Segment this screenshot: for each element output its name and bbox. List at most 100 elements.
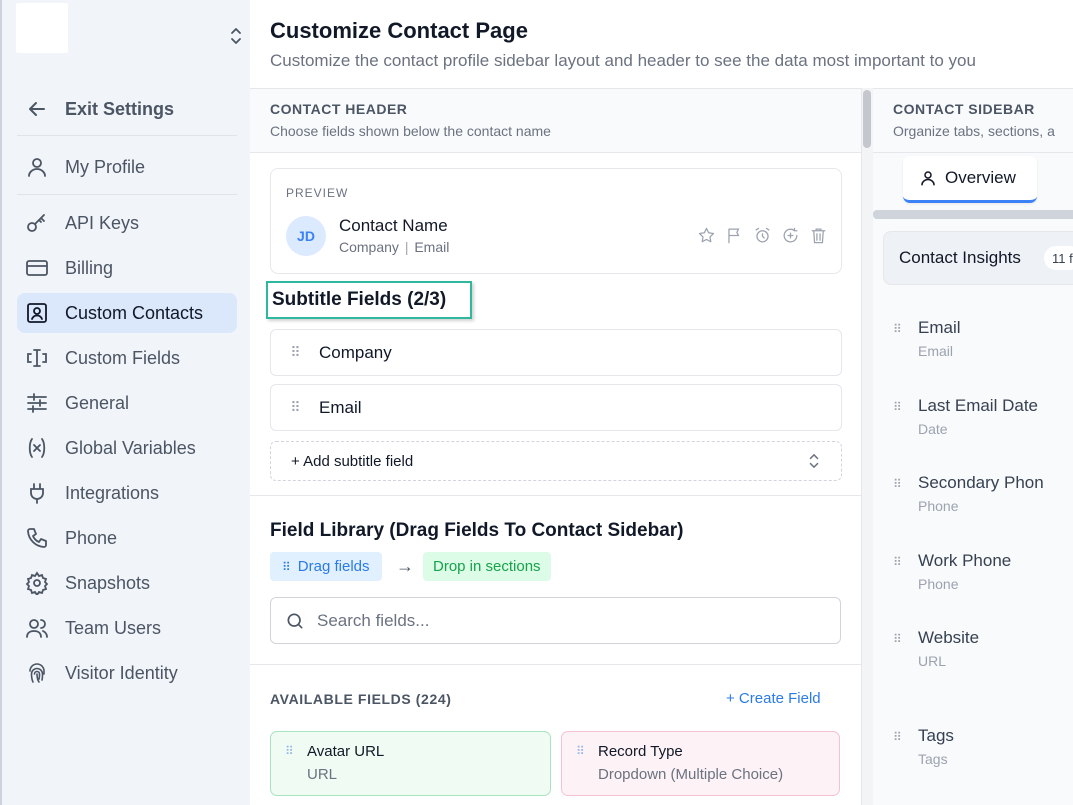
sidebar-field-type: Email xyxy=(918,343,954,359)
sidebar-item-api-keys[interactable]: API Keys xyxy=(17,203,237,243)
drag-handle-icon[interactable]: ⠿ xyxy=(893,555,902,569)
sidebar-field-name: Email xyxy=(918,318,961,337)
sidebar-item-global-variables[interactable]: Global Variables xyxy=(17,428,237,468)
sidebar-item-label: Integrations xyxy=(65,482,160,503)
settings-sidebar: Exit Settings My Profile API Keys Billin… xyxy=(0,0,250,805)
contact-header-label: CONTACT HEADER xyxy=(270,101,408,117)
field-search-box[interactable] xyxy=(270,597,841,644)
subtitle-field-company[interactable]: ⠿ Company xyxy=(270,329,842,376)
sidebar-item-integrations[interactable]: Integrations xyxy=(17,473,237,513)
contact-card-icon xyxy=(23,299,51,327)
sidebar-item-team-users[interactable]: Team Users xyxy=(17,608,237,648)
sidebar-divider xyxy=(17,135,237,136)
sidebar-item-general[interactable]: General xyxy=(17,383,237,423)
sidebar-field-type: Phone xyxy=(918,498,959,514)
field-card-record-type[interactable]: ⠿ Record Type Dropdown (Multiple Choice) xyxy=(561,731,840,796)
field-card-avatar-url[interactable]: ⠿ Avatar URL URL xyxy=(270,731,551,796)
drag-handle-icon: ⠿ xyxy=(282,559,291,574)
sidebar-item-custom-contacts[interactable]: Custom Contacts xyxy=(17,293,237,333)
sidebar-field-tags[interactable]: ⠿ Tags Tags xyxy=(893,726,954,767)
drag-handle-icon[interactable]: ⠿ xyxy=(893,322,902,336)
field-card-title: Record Type xyxy=(598,743,683,760)
sidebar-item-label: Team Users xyxy=(65,617,162,638)
gear-icon xyxy=(23,569,51,597)
sidebar-field-type: Phone xyxy=(918,576,959,592)
sidebar-field-work-phone[interactable]: ⠿ Work Phone Phone xyxy=(893,551,1011,592)
contact-sidebar-label: CONTACT SIDEBAR xyxy=(893,101,1035,117)
contact-sidebar-panel: CONTACT SIDEBAR Organize tabs, sections,… xyxy=(873,88,1073,805)
sidebar-item-label: Custom Fields xyxy=(65,347,181,368)
contact-preview-card: PREVIEW JD Contact Name Company | Email xyxy=(270,168,842,274)
sidebar-field-website[interactable]: ⠿ Website URL xyxy=(893,628,980,669)
sidebar-item-my-profile[interactable]: My Profile xyxy=(17,147,237,187)
sidebar-item-visitor-identity[interactable]: Visitor Identity xyxy=(17,653,237,693)
sidebar-item-billing[interactable]: Billing xyxy=(17,248,237,288)
drag-handle-icon[interactable]: ⠿ xyxy=(271,399,319,416)
contact-header-section-head: CONTACT HEADER Choose fields shown below… xyxy=(250,89,861,153)
page-subtitle: Customize the contact profile sidebar la… xyxy=(270,51,976,70)
tab-overview[interactable]: Overview xyxy=(903,156,1037,203)
add-subtitle-field-select[interactable]: + Add subtitle field xyxy=(270,441,842,481)
search-icon xyxy=(285,611,305,636)
user-icon xyxy=(919,169,937,187)
sidebar-field-last-email-date[interactable]: ⠿ Last Email Date Date xyxy=(893,396,1038,437)
section-divider xyxy=(250,664,861,665)
sidebar-field-type: Tags xyxy=(918,751,948,767)
scrollbar-track[interactable] xyxy=(861,88,873,805)
drag-fields-label: Drag fields xyxy=(297,558,370,575)
sidebar-field-email[interactable]: ⠿ Email Email xyxy=(893,318,961,359)
credit-card-icon xyxy=(23,254,51,282)
sidebar-field-type: URL xyxy=(918,653,947,669)
contact-insights-section[interactable]: Contact Insights 11 f xyxy=(883,231,1073,285)
contact-subtitle: Company | Email xyxy=(339,239,449,255)
sidebar-field-name: Website xyxy=(918,628,980,647)
sidebar-item-label: Snapshots xyxy=(65,572,151,593)
arrow-left-icon xyxy=(23,95,51,123)
tab-scrollbar[interactable] xyxy=(873,210,1073,219)
plug-icon xyxy=(23,479,51,507)
sidebar-item-custom-fields[interactable]: Custom Fields xyxy=(17,338,237,378)
preview-label: PREVIEW xyxy=(286,186,349,200)
contact-sidebar-description: Organize tabs, sections, a xyxy=(893,123,1055,139)
sidebar-item-phone[interactable]: Phone xyxy=(17,518,237,558)
fingerprint-icon xyxy=(23,659,51,687)
available-fields-label: AVAILABLE FIELDS (224) xyxy=(270,691,452,707)
sidebar-item-label: My Profile xyxy=(65,156,146,177)
exit-settings-button[interactable]: Exit Settings xyxy=(17,89,237,129)
field-count-badge: 11 f xyxy=(1044,246,1073,270)
refresh-plus-icon xyxy=(781,226,801,246)
drag-handle-icon[interactable]: ⠿ xyxy=(271,344,319,361)
variable-icon xyxy=(23,434,51,462)
sidebar-item-label: Global Variables xyxy=(65,437,196,458)
drag-handle-icon[interactable]: ⠿ xyxy=(893,730,902,744)
search-input[interactable] xyxy=(317,608,817,634)
drag-handle-icon[interactable]: ⠿ xyxy=(893,477,902,491)
page-title: Customize Contact Page xyxy=(270,18,528,43)
create-field-button[interactable]: + Create Field xyxy=(726,690,821,707)
company-logo[interactable] xyxy=(16,3,68,53)
section-title: Contact Insights xyxy=(899,248,1021,267)
contact-sidebar-section-head: CONTACT SIDEBAR Organize tabs, sections,… xyxy=(873,89,1073,153)
chevron-up-down-icon[interactable] xyxy=(228,26,244,46)
subtitle-field-label: Email xyxy=(319,397,362,417)
sidebar-field-name: Secondary Phon xyxy=(918,473,1044,492)
drag-handle-icon[interactable]: ⠿ xyxy=(576,744,585,758)
add-subtitle-field-label: + Add subtitle field xyxy=(291,452,414,470)
sidebar-item-snapshots[interactable]: Snapshots xyxy=(17,563,237,603)
sidebar-field-secondary-phone[interactable]: ⠿ Secondary Phon Phone xyxy=(893,473,1044,514)
flag-icon xyxy=(725,226,745,246)
user-icon xyxy=(23,153,51,181)
arrow-right-icon: → xyxy=(396,556,414,576)
drag-handle-icon[interactable]: ⠿ xyxy=(893,632,902,646)
alarm-clock-icon xyxy=(753,226,773,246)
contact-subtitle-separator: | xyxy=(404,239,409,255)
phone-icon xyxy=(23,524,51,552)
contact-name: Contact Name xyxy=(339,216,448,235)
key-icon xyxy=(23,209,51,237)
drag-handle-icon[interactable]: ⠿ xyxy=(285,744,294,758)
subtitle-field-email[interactable]: ⠿ Email xyxy=(270,384,842,431)
sidebar-item-label: Visitor Identity xyxy=(65,662,178,683)
drag-handle-icon[interactable]: ⠿ xyxy=(893,400,902,414)
sidebar-item-label: Custom Contacts xyxy=(65,302,204,323)
scrollbar-thumb[interactable] xyxy=(863,90,871,148)
